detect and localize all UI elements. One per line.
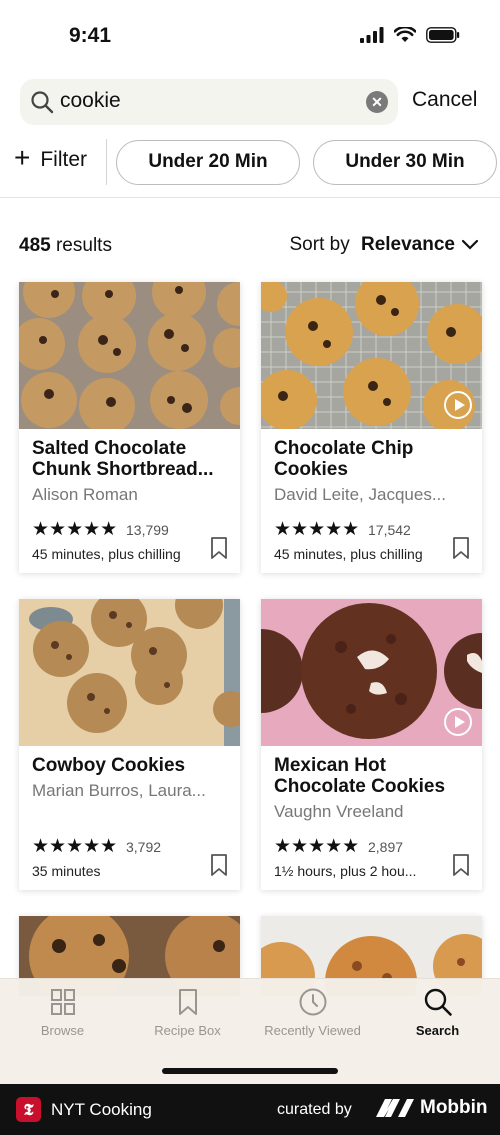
- recipe-title: Salted Chocolate Chunk Shortbread...: [32, 438, 214, 480]
- rating-stars: ★★★★★: [32, 519, 118, 540]
- recipe-image: [19, 599, 240, 746]
- bookmark-icon[interactable]: [210, 853, 228, 877]
- recipe-card[interactable]: Cowboy Cookies Marian Burros, Laura... ★…: [19, 599, 240, 890]
- battery-icon: [426, 27, 460, 43]
- results-count: 485 results: [19, 235, 112, 257]
- plus-icon: +: [14, 142, 31, 173]
- nyt-logo: 𝕿: [16, 1097, 41, 1122]
- tab-browse[interactable]: Browse: [0, 985, 125, 1038]
- search-query: cookie: [60, 89, 121, 112]
- rating-count: 13,799: [126, 522, 169, 538]
- rating-count: 3,792: [126, 839, 162, 855]
- filter-label: Filter: [40, 147, 88, 171]
- results-number: 485: [19, 235, 51, 256]
- recipe-author: Alison Roman: [32, 485, 138, 504]
- bookmark-icon[interactable]: [452, 536, 470, 560]
- header-divider: [0, 197, 500, 198]
- recipe-card[interactable]: Chocolate Chip Cookies David Leite, Jacq…: [261, 282, 482, 573]
- rating-stars: ★★★★★: [274, 836, 360, 857]
- chip-under-30-min[interactable]: Under 30 Min: [313, 140, 497, 185]
- signal-icon: [360, 27, 384, 43]
- bookmark-icon[interactable]: [210, 536, 228, 560]
- status-icons: [360, 27, 460, 43]
- recipe-time: 1½ hours, plus 2 hou...: [274, 863, 417, 879]
- attribution-footer: 𝕿 NYT Cooking curated by Mobbin: [0, 1084, 500, 1135]
- filter-divider: [106, 139, 107, 185]
- bookmark-icon[interactable]: [452, 853, 470, 877]
- recipe-time: 35 minutes: [32, 863, 101, 879]
- mobbin-label: Mobbin: [420, 1097, 488, 1118]
- recipe-title: Cowboy Cookies: [32, 755, 186, 776]
- results-suffix: results: [50, 235, 112, 256]
- recipe-card[interactable]: Salted Chocolate Chunk Shortbread... Ali…: [19, 282, 240, 573]
- recipe-image: [261, 599, 482, 746]
- recipe-time: 45 minutes, plus chilling: [274, 546, 423, 562]
- filter-row: + Filter Under 20 Min Under 30 Min: [0, 139, 500, 187]
- clear-icon[interactable]: ✕: [366, 91, 388, 113]
- search-icon: [424, 988, 452, 1016]
- recipe-time: 45 minutes, plus chilling: [32, 546, 181, 562]
- search-input[interactable]: cookie ✕: [20, 79, 398, 125]
- grid-icon: [50, 989, 75, 1015]
- tab-label: Browse: [40, 1023, 85, 1038]
- bookmark-icon: [178, 989, 197, 1015]
- sort-dropdown[interactable]: Sort by Relevance: [290, 234, 480, 256]
- tab-label: Search: [415, 1023, 460, 1038]
- filter-button[interactable]: + Filter: [14, 142, 88, 173]
- mobbin-logo-icon: [376, 1099, 414, 1117]
- sort-prefix: Sort by: [289, 234, 355, 255]
- wifi-icon: [394, 27, 416, 42]
- recipe-image: [19, 282, 240, 429]
- play-video-icon[interactable]: [444, 708, 472, 736]
- tab-recipe-box[interactable]: Recipe Box: [125, 985, 250, 1038]
- rating-count: 17,542: [368, 522, 411, 538]
- status-time: 9:41: [69, 24, 112, 47]
- recipe-title: Chocolate Chip Cookies: [274, 438, 414, 480]
- recipe-author: Marian Burros, Laura...: [32, 781, 206, 800]
- tab-search[interactable]: Search: [375, 985, 500, 1038]
- recipe-author: Vaughn Vreeland: [274, 802, 404, 821]
- search-icon: [31, 91, 54, 114]
- rating-count: 2,897: [368, 839, 404, 855]
- rating-stars: ★★★★★: [32, 836, 118, 857]
- curated-by-label: curated by: [277, 1101, 352, 1118]
- recipe-card[interactable]: Mexican Hot Chocolate Cookies Vaughn Vre…: [261, 599, 482, 890]
- play-video-icon[interactable]: [444, 391, 472, 419]
- sort-value: Relevance: [360, 234, 455, 255]
- tab-label: Recipe Box: [154, 1023, 221, 1038]
- clock-icon: [299, 988, 326, 1016]
- rating-stars: ★★★★★: [274, 519, 360, 540]
- recipe-image: [261, 282, 482, 429]
- chevron-down-icon: [461, 239, 479, 250]
- chip-under-20-min[interactable]: Under 20 Min: [116, 140, 300, 185]
- home-indicator[interactable]: [162, 1068, 338, 1074]
- mobbin-brand: Mobbin: [376, 1097, 488, 1119]
- recipe-title: Mexican Hot Chocolate Cookies: [274, 755, 446, 797]
- recipe-author: David Leite, Jacques...: [274, 485, 446, 504]
- tab-label: Recently Viewed: [264, 1023, 361, 1038]
- status-bar: 9:41: [0, 0, 500, 70]
- cancel-button[interactable]: Cancel: [412, 88, 477, 112]
- tab-recently-viewed[interactable]: Recently Viewed: [250, 985, 375, 1038]
- app-name: NYT Cooking: [51, 1100, 152, 1119]
